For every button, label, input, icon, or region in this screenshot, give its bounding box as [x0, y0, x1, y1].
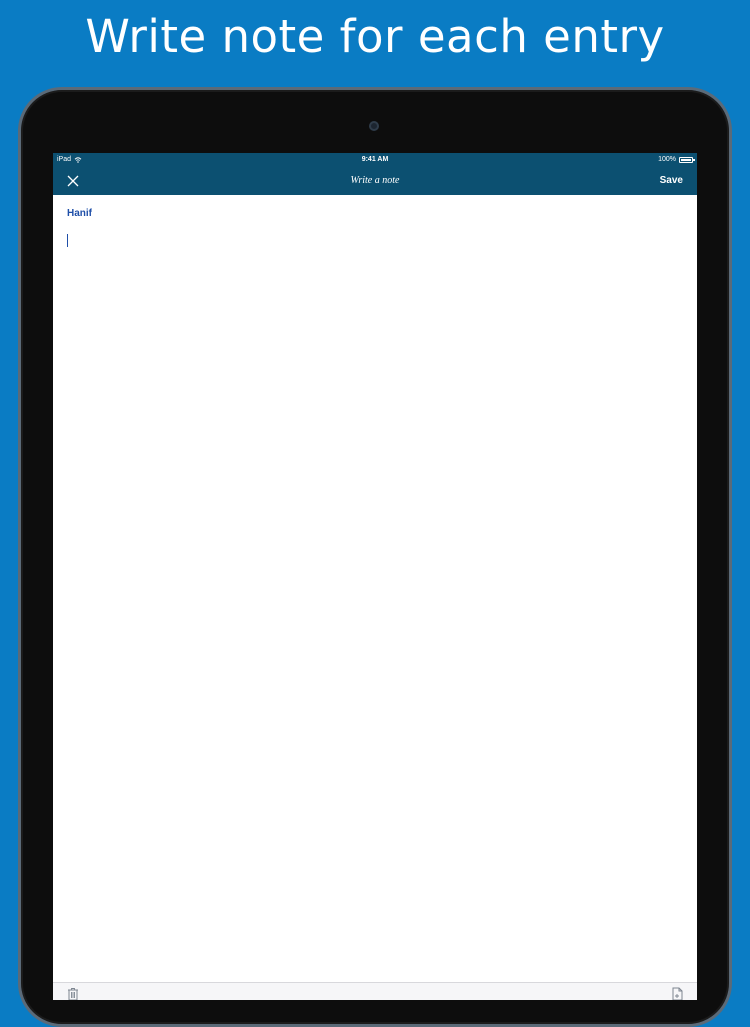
status-bar: iPad 9:41 AM 100%	[53, 153, 697, 167]
note-author: Hanif	[67, 208, 92, 219]
note-text-area[interactable]	[67, 231, 683, 971]
front-camera	[369, 121, 379, 131]
save-button[interactable]: Save	[660, 175, 683, 186]
battery-icon	[679, 156, 695, 163]
document-icon[interactable]	[671, 987, 683, 1000]
navigation-bar: Write a note Save	[53, 167, 697, 195]
promo-headline: Write note for each entry	[85, 10, 665, 63]
bottom-toolbar	[53, 982, 697, 1000]
text-cursor	[67, 234, 68, 247]
trash-icon[interactable]	[67, 987, 79, 1000]
app-screen: iPad 9:41 AM 100% Write a note Save Hani…	[53, 153, 697, 1000]
battery-group: 100%	[658, 156, 695, 163]
status-time: 9:41 AM	[361, 156, 389, 163]
battery-percent: 100%	[658, 156, 676, 163]
nav-title: Write a note	[350, 175, 400, 186]
